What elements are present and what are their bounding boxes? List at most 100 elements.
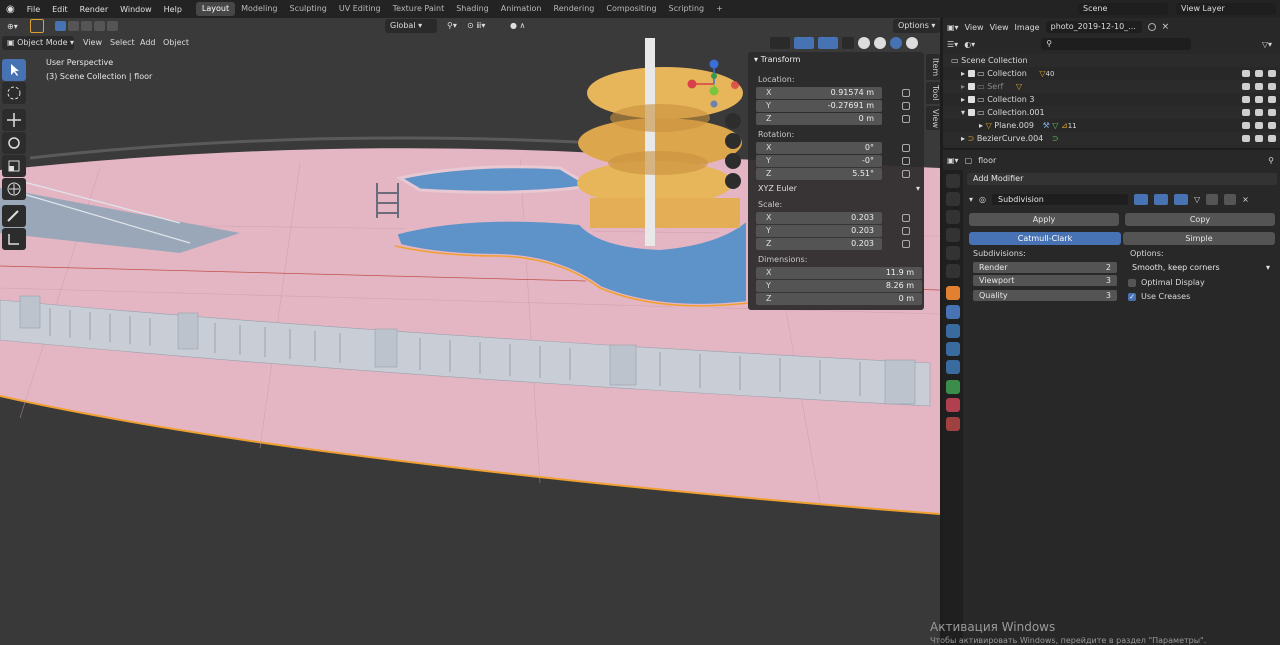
- rotation-x-field[interactable]: X 0°: [756, 142, 882, 154]
- view-layer-selector[interactable]: View Layer: [1176, 3, 1276, 15]
- menu-file[interactable]: File: [21, 5, 46, 14]
- editor-type-icon[interactable]: ▣▾: [947, 156, 959, 165]
- use-creases-row[interactable]: ✓ Use Creases: [1128, 292, 1190, 301]
- shading-controls[interactable]: [770, 37, 918, 49]
- tool-tab-icon[interactable]: [946, 174, 960, 188]
- simple-button[interactable]: Simple: [1123, 232, 1275, 245]
- pin-icon[interactable]: ⚲: [1268, 156, 1274, 165]
- location-y-field[interactable]: Y -0.27691 m: [756, 100, 882, 112]
- rotation-mode-dropdown[interactable]: XYZ Euler ▾: [756, 184, 922, 195]
- move-up-icon[interactable]: [1206, 193, 1219, 205]
- select-box-icon[interactable]: [30, 19, 44, 33]
- proportional-icon[interactable]: ● ∧: [505, 19, 530, 33]
- editor-type-icon[interactable]: ▣▾: [947, 23, 959, 32]
- viewport-levels-field[interactable]: Viewport 3: [973, 275, 1117, 286]
- transform-panel-header[interactable]: ▾ Transform: [754, 55, 800, 64]
- options-dropdown[interactable]: Options ▾: [893, 19, 940, 33]
- outliner-row-plane-009[interactable]: ▸ ▽ Plane.009 ⚒ ▽ ⊿11: [943, 119, 1280, 132]
- outliner-search-input[interactable]: ⚲: [1041, 38, 1192, 50]
- modifier-name-field[interactable]: Subdivision: [992, 193, 1128, 205]
- scale-z-field[interactable]: Z 0.203: [756, 238, 882, 250]
- lock-icon[interactable]: [902, 89, 910, 97]
- scene-selector[interactable]: Scene: [1078, 3, 1168, 15]
- lock-icon[interactable]: [902, 144, 910, 152]
- add-workspace-button[interactable]: +: [710, 2, 729, 16]
- tab-scripting[interactable]: Scripting: [663, 2, 711, 16]
- object-tab-icon[interactable]: [946, 286, 960, 300]
- move-tool-button[interactable]: [2, 109, 26, 131]
- render-toggle-icon[interactable]: [1174, 193, 1188, 205]
- lock-icon[interactable]: [902, 214, 910, 222]
- side-tab-view[interactable]: View: [926, 106, 940, 130]
- tab-uv-editing[interactable]: UV Editing: [333, 2, 387, 16]
- lock-icon[interactable]: [902, 115, 910, 123]
- tab-animation[interactable]: Animation: [495, 2, 548, 16]
- location-z-field[interactable]: Z0 m: [756, 113, 882, 125]
- material-tab-icon[interactable]: [946, 398, 960, 412]
- render-levels-field[interactable]: Render 2: [973, 262, 1117, 273]
- tab-modeling[interactable]: Modeling: [235, 2, 283, 16]
- measure-tool-button[interactable]: [2, 228, 26, 250]
- menu-help[interactable]: Help: [158, 5, 188, 14]
- cursor-tool-button[interactable]: [2, 82, 26, 104]
- scale-tool-button[interactable]: [2, 155, 26, 177]
- menu-view-image[interactable]: View: [965, 23, 984, 32]
- lock-icon[interactable]: [902, 102, 910, 110]
- use-creases-checkbox[interactable]: ✓: [1128, 292, 1136, 301]
- transform-tool-button[interactable]: [2, 178, 26, 200]
- location-x-field[interactable]: X 0.91574 m: [756, 87, 882, 99]
- exclude-checkbox[interactable]: [967, 109, 975, 116]
- outliner-row-beziercurve-004[interactable]: ▸ ⊃ BezierCurve.004 ⊃: [943, 132, 1280, 145]
- menu-window[interactable]: Window: [114, 5, 158, 14]
- data-tab-icon[interactable]: [946, 380, 960, 394]
- dimensions-y-field[interactable]: Y 8.26 m: [756, 280, 922, 292]
- tab-sculpting[interactable]: Sculpting: [284, 2, 333, 16]
- outliner-row-scene-collection[interactable]: ▭ Scene Collection: [943, 54, 1280, 67]
- editor-type-icon[interactable]: ⊕▾: [2, 20, 23, 34]
- outliner-row-collection[interactable]: ▸ ▭ Collection ▽40: [943, 67, 1280, 80]
- pivot-icon[interactable]: ⚲▾: [442, 19, 462, 33]
- edit-mode-toggle-icon[interactable]: [1134, 193, 1148, 205]
- 3d-viewport[interactable]: ⊕▾ Global ▾ ⚲▾ ⊙ ⅲ▾ ● ∧ Options ▾ ▣ Obje…: [0, 18, 940, 645]
- catmull-clark-button[interactable]: Catmull-Clark: [969, 232, 1121, 245]
- view-layer-tab-icon[interactable]: [946, 228, 960, 242]
- menu-object[interactable]: Object: [158, 36, 194, 50]
- menu-view[interactable]: View: [78, 36, 107, 50]
- side-tab-item[interactable]: Item: [926, 54, 940, 80]
- menu-add[interactable]: Add: [135, 36, 161, 50]
- rotation-z-field[interactable]: Z 5.51°: [756, 168, 882, 180]
- display-mode-icon[interactable]: ◐▾: [964, 40, 975, 49]
- menu-image[interactable]: Image: [1015, 23, 1040, 32]
- tab-layout[interactable]: Layout: [195, 2, 236, 16]
- fake-user-icon[interactable]: [1147, 23, 1156, 31]
- world-tab-icon[interactable]: [946, 264, 960, 278]
- tab-texture-paint[interactable]: Texture Paint: [387, 2, 451, 16]
- optimal-display-checkbox[interactable]: [1128, 278, 1136, 287]
- editor-type-icon[interactable]: ☰▾: [947, 40, 958, 49]
- select-tool-button[interactable]: [2, 59, 26, 81]
- scale-x-field[interactable]: X 0.203: [756, 212, 882, 224]
- lock-icon[interactable]: [902, 227, 910, 235]
- viewport-toggle-icon[interactable]: [1154, 193, 1168, 205]
- particles-tab-icon[interactable]: [946, 324, 960, 338]
- lock-icon[interactable]: [902, 240, 910, 248]
- optimal-display-row[interactable]: Optimal Display: [1128, 278, 1205, 287]
- texture-tab-icon[interactable]: [946, 417, 960, 431]
- output-tab-icon[interactable]: [946, 210, 960, 224]
- mode-dropdown[interactable]: ▣ Object Mode ▾: [2, 36, 74, 50]
- image-name-field[interactable]: photo_2019-12-10_...: [1045, 21, 1142, 33]
- uv-smooth-dropdown[interactable]: Smooth, keep corners ▾: [1126, 262, 1276, 273]
- tab-compositing[interactable]: Compositing: [600, 2, 662, 16]
- menu-edit[interactable]: Edit: [46, 5, 74, 14]
- filter-icon[interactable]: ▽▾: [1262, 40, 1272, 49]
- outliner-row-collection-3[interactable]: ▸ ▭ Collection 3: [943, 93, 1280, 106]
- add-modifier-dropdown[interactable]: Add Modifier: [967, 173, 1277, 185]
- menu-render[interactable]: Render: [74, 5, 114, 14]
- rotation-y-field[interactable]: Y -0°: [756, 155, 882, 167]
- close-icon[interactable]: ×: [1162, 22, 1170, 32]
- remove-modifier-icon[interactable]: ×: [1242, 195, 1249, 204]
- constraints-tab-icon[interactable]: [946, 360, 960, 374]
- transform-orientation-dropdown[interactable]: Global ▾: [385, 19, 437, 33]
- collapse-icon[interactable]: ▾: [969, 195, 973, 204]
- outliner-row-collection-001[interactable]: ▾ ▭ Collection.001: [943, 106, 1280, 119]
